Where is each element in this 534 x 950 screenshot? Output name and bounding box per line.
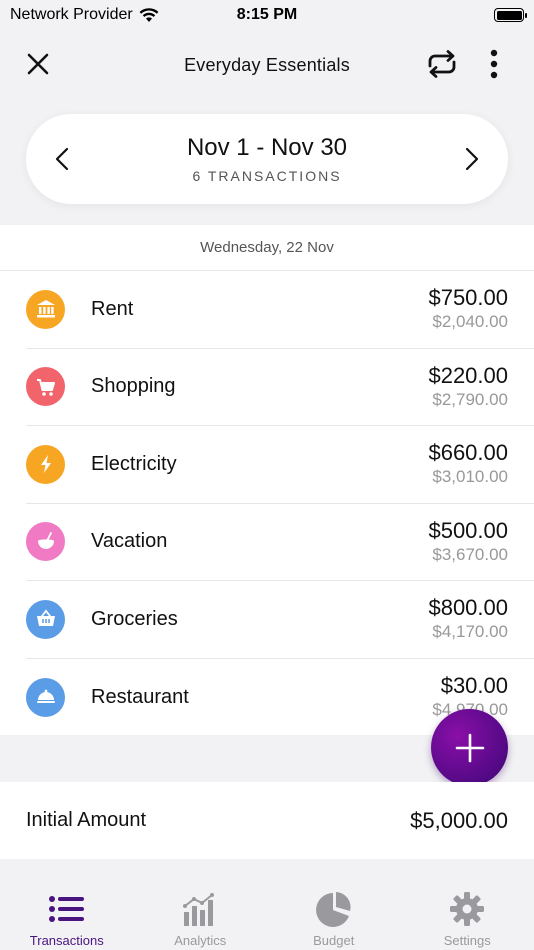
tab-budget[interactable]: Budget — [267, 880, 401, 950]
chevron-right-icon — [465, 147, 479, 171]
transaction-row-electricity[interactable]: Electricity $660.00 $3,010.00 — [26, 426, 534, 504]
transaction-name: Shopping — [91, 375, 176, 398]
transaction-name: Restaurant — [91, 685, 189, 708]
coconut-icon — [26, 522, 65, 562]
more-vertical-icon — [490, 49, 498, 79]
chevron-left-icon — [55, 147, 69, 171]
transaction-amounts: $800.00 $4,170.00 — [428, 595, 508, 643]
running-balance: $3,010.00 — [432, 467, 508, 487]
bar-chart-icon — [180, 889, 220, 929]
tab-label: Settings — [443, 933, 491, 948]
transaction-name: Electricity — [91, 452, 177, 475]
date-header: Wednesday, 22 Nov — [0, 225, 534, 271]
transaction-name: Rent — [91, 297, 134, 320]
transaction-amount: $660.00 — [428, 440, 508, 466]
bolt-icon — [26, 444, 65, 484]
transaction-amount: $220.00 — [428, 362, 508, 388]
status-left: Network Provider — [10, 6, 159, 24]
tab-transactions[interactable]: Transactions — [0, 880, 134, 950]
status-bar: Network Provider 8:15 PM — [0, 0, 534, 30]
transaction-amounts: $660.00 $3,010.00 — [428, 440, 508, 488]
repeat-button[interactable] — [422, 44, 462, 84]
repeat-icon — [428, 50, 456, 78]
nav-bar: Everyday Essentials — [0, 30, 534, 100]
transaction-row-rent[interactable]: Rent $750.00 $2,040.00 — [26, 271, 534, 349]
tab-label: Transactions — [29, 933, 104, 948]
plus-icon — [455, 733, 484, 762]
transaction-row-vacation[interactable]: Vacation $500.00 $3,670.00 — [26, 504, 534, 581]
bank-icon — [26, 289, 65, 329]
initial-amount-label: Initial Amount — [26, 809, 147, 831]
transaction-amount: $750.00 — [428, 285, 508, 311]
transaction-amount: $500.00 — [428, 517, 508, 543]
wifi-icon — [139, 7, 159, 22]
transaction-name: Vacation — [91, 530, 168, 553]
transaction-row-shopping[interactable]: Shopping $220.00 $2,790.00 — [26, 349, 534, 426]
transaction-name: Groceries — [91, 607, 178, 630]
next-period-button[interactable] — [452, 139, 492, 179]
running-balance: $3,670.00 — [432, 544, 508, 564]
transaction-count: 6 TRANSACTIONS — [192, 168, 342, 184]
transaction-amounts: $220.00 $2,790.00 — [428, 363, 508, 411]
list-icon — [47, 889, 87, 929]
battery-icon — [494, 8, 527, 22]
period-selector: Nov 1 - Nov 30 6 TRANSACTIONS — [26, 114, 508, 204]
close-button[interactable] — [18, 44, 58, 84]
gear-icon — [447, 889, 487, 929]
add-transaction-button[interactable] — [431, 709, 508, 786]
transaction-list: Wednesday, 22 Nov Rent $750.00 $2,040.00 — [0, 225, 534, 735]
cart-icon — [26, 367, 65, 407]
basket-icon — [26, 599, 65, 639]
carrier-label: Network Provider — [10, 6, 133, 23]
period-range: Nov 1 - Nov 30 — [186, 134, 348, 161]
running-balance: $2,790.00 — [432, 389, 508, 409]
transaction-amount: $30.00 — [440, 673, 508, 699]
initial-amount-row: Initial Amount $5,000.00 — [0, 782, 534, 859]
running-balance: $2,040.00 — [432, 312, 508, 332]
initial-amount-value: $5,000.00 — [410, 807, 508, 833]
transaction-amounts: $750.00 $2,040.00 — [428, 285, 508, 333]
previous-period-button[interactable] — [42, 139, 82, 179]
transaction-amounts: $500.00 $3,670.00 — [428, 518, 508, 566]
more-button[interactable] — [474, 44, 514, 84]
transaction-amount: $800.00 — [428, 595, 508, 621]
tab-label: Budget — [313, 933, 355, 948]
tab-analytics[interactable]: Analytics — [134, 880, 268, 950]
tab-label: Analytics — [174, 933, 227, 948]
pie-chart-icon — [314, 889, 354, 929]
tab-settings[interactable]: Settings — [401, 880, 534, 950]
transaction-row-groceries[interactable]: Groceries $800.00 $4,170.00 — [26, 581, 534, 659]
close-icon — [27, 53, 49, 75]
page-title: Everyday Essentials — [184, 54, 350, 75]
tab-bar: Transactions Analytics Budget Settings — [0, 880, 534, 950]
running-balance: $4,170.00 — [432, 622, 508, 642]
cloche-icon — [26, 677, 65, 717]
